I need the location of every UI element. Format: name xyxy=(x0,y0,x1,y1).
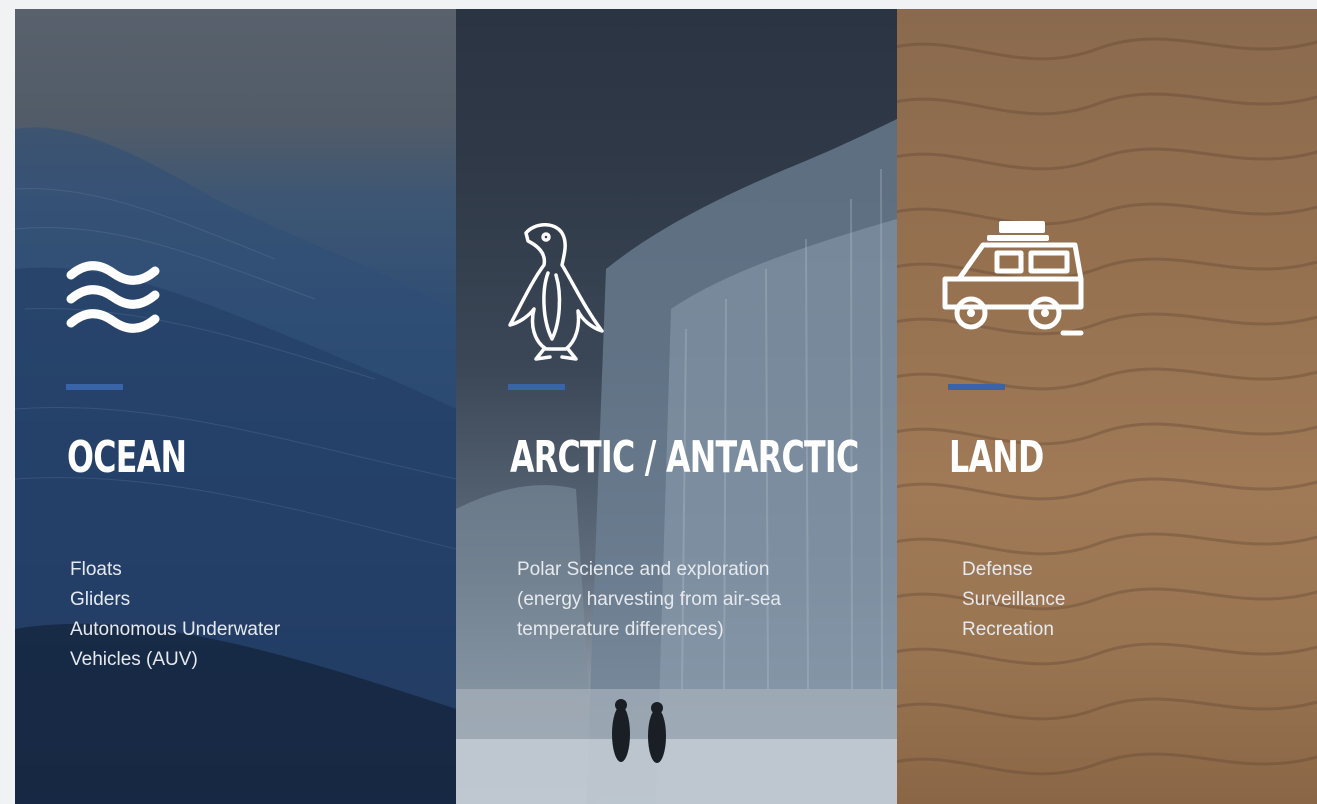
list-item: Vehicles (AUV) xyxy=(70,649,198,670)
description-line: (energy harvesting from air-sea xyxy=(517,589,781,610)
list-item: Autonomous Underwater xyxy=(70,619,281,640)
panel-ocean: OCEAN Floats Gliders Autonomous Underwat… xyxy=(15,9,456,804)
land-list: Defense Surveillance Recreation xyxy=(962,555,1066,645)
description-line: temperature differences) xyxy=(517,619,724,640)
waves-icon xyxy=(66,261,160,333)
list-item: Recreation xyxy=(962,619,1054,640)
panel-land: LAND Defense Surveillance Recreation xyxy=(897,9,1317,804)
arctic-description: Polar Science and exploration (energy ha… xyxy=(517,555,781,645)
accent-bar xyxy=(948,384,1005,390)
list-item: Defense xyxy=(962,559,1033,580)
iceberg-background xyxy=(456,119,897,804)
ocean-wave-background xyxy=(15,127,456,804)
list-item: Gliders xyxy=(70,589,131,610)
accent-bar xyxy=(66,384,123,390)
panel-arctic: ARCTIC / ANTARCTIC Polar Science and exp… xyxy=(456,9,897,804)
accent-bar xyxy=(508,384,565,390)
list-item: Floats xyxy=(70,559,122,580)
penguin-icon xyxy=(508,223,604,361)
sand-dune-background xyxy=(897,37,1317,776)
panel-title: ARCTIC / ANTARCTIC xyxy=(510,432,859,483)
description-line: Polar Science and exploration xyxy=(517,559,770,580)
panel-title: OCEAN xyxy=(67,432,187,483)
ocean-list: Floats Gliders Autonomous Underwater Veh… xyxy=(70,555,280,675)
panel-title: LAND xyxy=(949,432,1044,483)
list-item: Surveillance xyxy=(962,589,1066,610)
off-road-vehicle-icon xyxy=(942,221,1084,336)
slide: OCEAN Floats Gliders Autonomous Underwat… xyxy=(15,9,1317,804)
